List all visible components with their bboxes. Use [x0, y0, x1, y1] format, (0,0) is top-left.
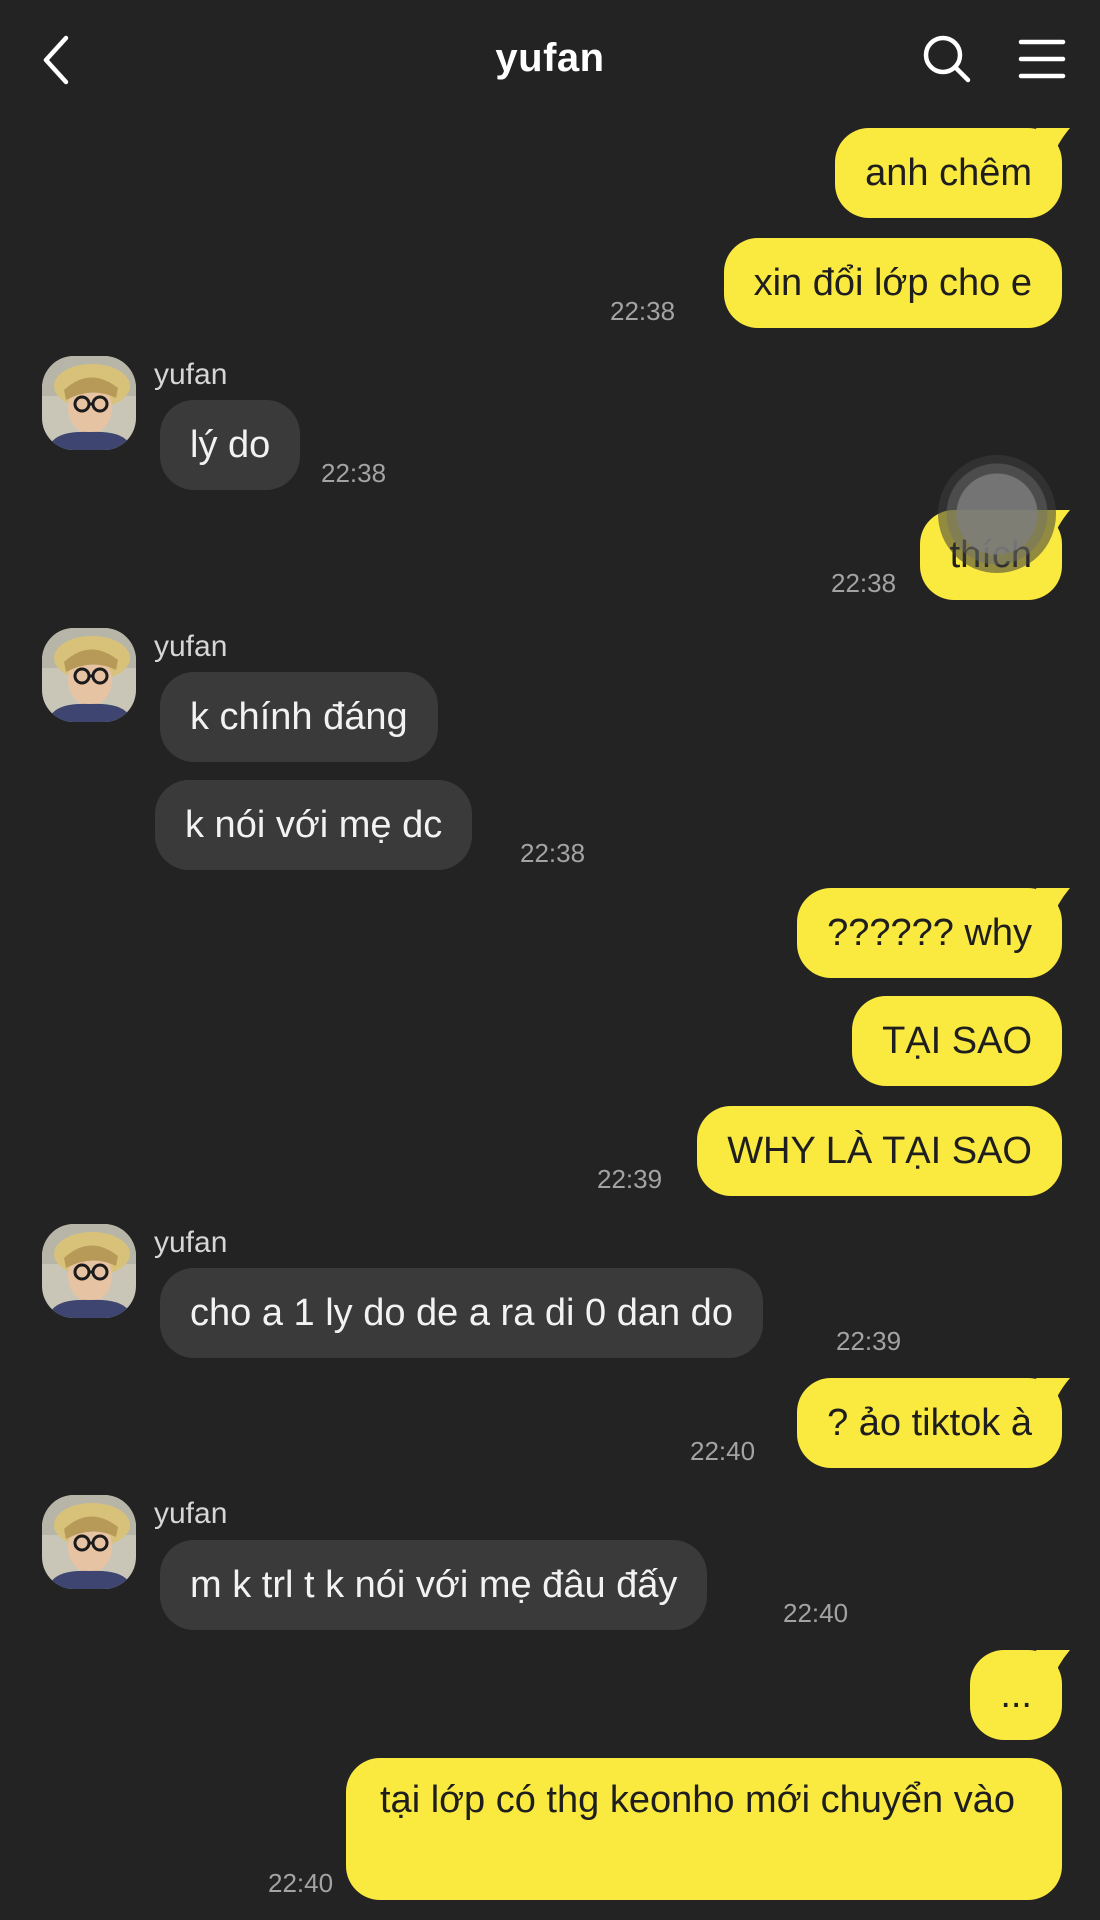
message-timestamp: 22:40 [690, 1436, 756, 1466]
incoming-message[interactable]: k nói với mẹ dc [155, 780, 473, 870]
message-text: WHY LÀ TẠI SAO [727, 1130, 1032, 1172]
menu-icon [1018, 39, 1066, 79]
message-timestamp: 22:38 [610, 296, 676, 326]
outgoing-message[interactable]: ?????? why [797, 888, 1070, 978]
message-text: TẠI SAO [882, 1020, 1032, 1062]
message-text: k chính đáng [190, 696, 408, 738]
avatar[interactable] [42, 1495, 136, 1589]
message-timestamp: 22:38 [321, 458, 387, 488]
outgoing-message[interactable]: ... [970, 1650, 1070, 1740]
message-timestamp: 22:40 [783, 1598, 849, 1628]
message-text: anh chêm [865, 152, 1032, 194]
avatar[interactable] [42, 1224, 136, 1318]
message-text: ... [1000, 1674, 1032, 1716]
incoming-message[interactable]: lý do [160, 400, 301, 490]
incoming-message[interactable]: m k trl t k nói với mẹ đâu đấy [160, 1540, 708, 1630]
incoming-message[interactable]: k chính đáng [160, 672, 438, 762]
outgoing-message[interactable]: anh chêm [835, 128, 1070, 218]
search-button[interactable] [922, 34, 972, 84]
message-text: lý do [190, 424, 271, 466]
message-timestamp: 22:40 [268, 1868, 334, 1898]
menu-button[interactable] [1017, 34, 1067, 84]
incoming-message[interactable]: cho a 1 ly do de a ra di 0 dan do [160, 1268, 763, 1358]
bubble-tail [1036, 888, 1070, 922]
message-text: m k trl t k nói với mẹ đâu đấy [190, 1564, 678, 1606]
message-timestamp: 22:39 [597, 1164, 663, 1194]
avatar[interactable] [42, 356, 136, 450]
outgoing-message[interactable]: tại lớp có thg keonho mới chuyển vào [346, 1758, 1062, 1900]
message-timestamp: 22:39 [836, 1326, 902, 1356]
sender-name: yufan [154, 1226, 228, 1259]
bubble-tail [1036, 128, 1070, 162]
touch-indicator [938, 455, 1056, 573]
message-timestamp: 22:38 [520, 838, 586, 868]
message-text: tại lớp có thg keonho mới chuyển vào [380, 1779, 1015, 1821]
bubble-tail [1036, 1650, 1070, 1684]
message-text: k nói với mẹ dc [185, 804, 443, 846]
bubble-tail [1036, 1378, 1070, 1412]
message-text: cho a 1 ly do de a ra di 0 dan do [190, 1292, 733, 1334]
avatar[interactable] [42, 628, 136, 722]
outgoing-message[interactable]: WHY LÀ TẠI SAO [697, 1106, 1062, 1196]
outgoing-message[interactable]: ? ảo tiktok à [797, 1378, 1070, 1468]
message-timestamp: 22:38 [831, 568, 897, 598]
outgoing-message[interactable]: TẠI SAO [852, 996, 1062, 1086]
sender-name: yufan [154, 630, 228, 663]
search-icon [923, 35, 971, 83]
outgoing-message[interactable]: xin đổi lớp cho e [723, 238, 1062, 328]
message-text: ? ảo tiktok à [827, 1402, 1032, 1444]
message-text: xin đổi lớp cho e [753, 262, 1032, 304]
message-text: ?????? why [827, 912, 1032, 954]
sender-name: yufan [154, 358, 228, 391]
sender-name: yufan [154, 1497, 228, 1530]
